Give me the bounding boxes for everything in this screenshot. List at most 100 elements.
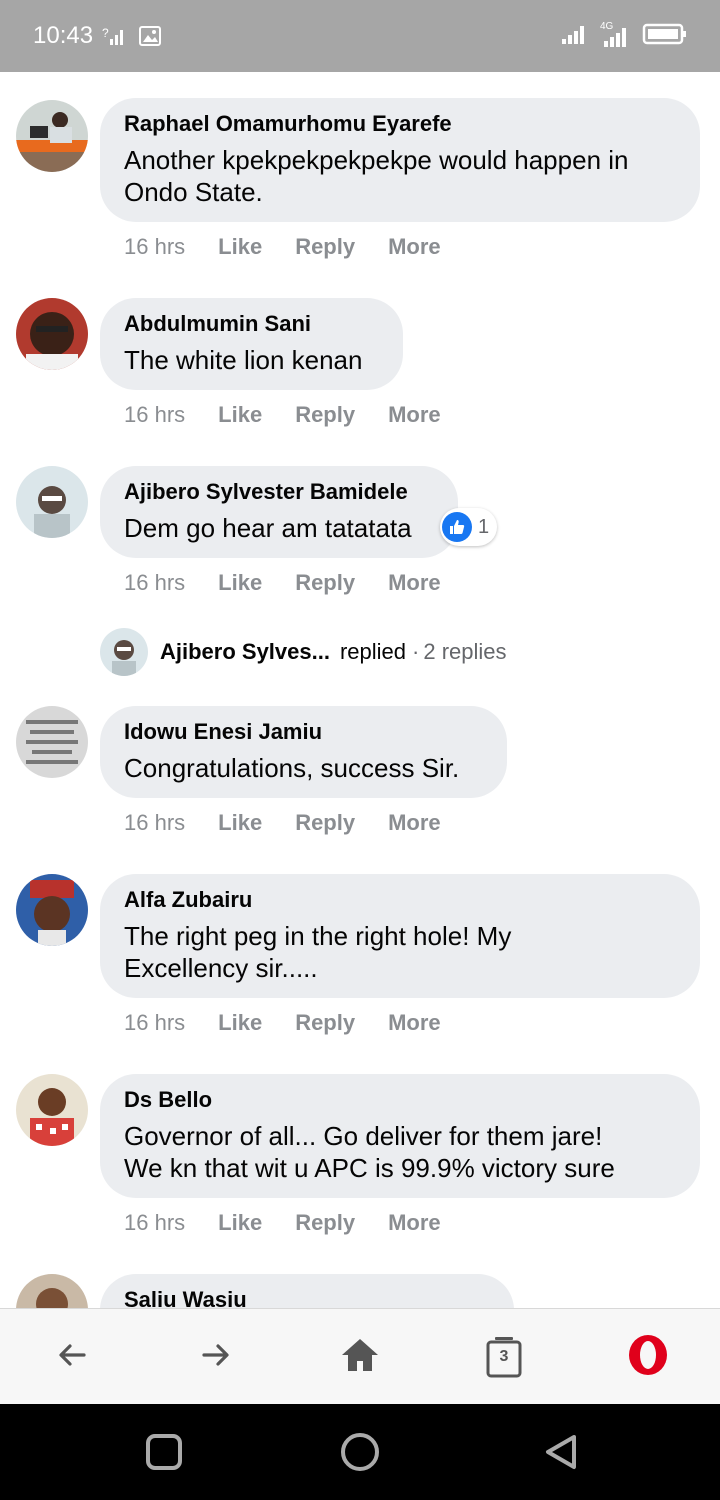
comment-text: Another kpekpekpekpekpe would happen in … — [124, 144, 676, 208]
comment-author[interactable]: Abdulmumin Sani — [124, 310, 379, 338]
comment-line: The white lion kenan — [124, 345, 363, 375]
comment-author[interactable]: Saliu Wasiu — [124, 1286, 490, 1308]
avatar[interactable] — [16, 874, 88, 946]
comment-bubble[interactable]: Ds Bello Governor of all... Go deliver f… — [100, 1074, 700, 1198]
comment-author[interactable]: Idowu Enesi Jamiu — [124, 718, 483, 746]
back-triangle-icon — [542, 1432, 582, 1477]
more-button[interactable]: More — [388, 234, 441, 260]
recents-button[interactable] — [142, 1432, 186, 1476]
browser-toolbar: 3 — [0, 1308, 720, 1404]
comment-actions: 16 hrs Like Reply More — [124, 810, 441, 836]
comment-actions: 16 hrs Like Reply More — [124, 234, 441, 260]
comment-bubble[interactable]: Raphael Omamurhomu Eyarefe Another kpekp… — [100, 98, 700, 222]
comment-time[interactable]: 16 hrs — [124, 810, 185, 836]
comment-line: We kn that wit u APC is 99.9% victory su… — [124, 1153, 615, 1183]
more-button[interactable]: More — [388, 1210, 441, 1236]
comment-actions: 16 hrs Like Reply More — [124, 570, 441, 596]
clock: 10:43 — [33, 22, 94, 49]
tabs-icon: 3 — [485, 1336, 523, 1378]
comment-bubble[interactable]: Idowu Enesi Jamiu Congratulations, succe… — [100, 706, 507, 798]
reply-button[interactable]: Reply — [295, 1010, 355, 1036]
comment-time[interactable]: 16 hrs — [124, 234, 185, 260]
more-button[interactable]: More — [388, 1010, 441, 1036]
reply-button[interactable]: Reply — [295, 234, 355, 260]
like-button[interactable]: Like — [218, 1010, 262, 1036]
comment-time[interactable]: 16 hrs — [124, 1010, 185, 1036]
avatar — [100, 628, 148, 676]
thumbs-up-icon — [442, 512, 472, 542]
like-button[interactable]: Like — [218, 1210, 262, 1236]
like-button[interactable]: Like — [218, 234, 262, 260]
more-button[interactable]: More — [388, 402, 441, 428]
tabs-count: 3 — [499, 1348, 509, 1365]
home-circle-icon — [339, 1431, 381, 1478]
more-button[interactable]: More — [388, 570, 441, 596]
forward-icon — [198, 1337, 234, 1378]
reply-button[interactable]: Reply — [295, 810, 355, 836]
avatar[interactable] — [16, 706, 88, 778]
avatar[interactable] — [16, 100, 88, 172]
avatar[interactable] — [16, 298, 88, 370]
network-4g-icon: 4G — [600, 21, 630, 49]
system-nav-bar — [0, 1404, 720, 1500]
image-icon — [138, 24, 162, 53]
like-button[interactable]: Like — [218, 402, 262, 428]
comments-feed[interactable]: Raphael Omamurhomu Eyarefe Another kpekp… — [0, 72, 720, 1308]
reaction-badge[interactable]: 1 — [440, 508, 498, 546]
home-icon — [340, 1335, 380, 1380]
comment-bubble[interactable]: Ajibero Sylvester Bamidele Dem go hear a… — [100, 466, 458, 558]
comment-line: Ondo State. — [124, 177, 263, 207]
reply-button[interactable]: Reply — [295, 402, 355, 428]
reply-action: replied — [339, 639, 407, 664]
back-system-button[interactable] — [540, 1432, 584, 1476]
like-button[interactable]: Like — [218, 810, 262, 836]
comment-line: The right peg in the right hole! My — [124, 921, 512, 951]
reply-count: 2 replies — [423, 639, 507, 664]
comment-time[interactable]: 16 hrs — [124, 1210, 185, 1236]
comment-author[interactable]: Ds Bello — [124, 1086, 676, 1114]
recents-icon — [144, 1432, 184, 1477]
status-right-icons: 4G — [562, 21, 688, 51]
comment-actions: 16 hrs Like Reply More — [124, 1010, 441, 1036]
comment-line: Dem go hear am tatatata — [124, 513, 412, 543]
opera-menu-button[interactable] — [624, 1333, 672, 1381]
comment-time[interactable]: 16 hrs — [124, 402, 185, 428]
comment-actions: 16 hrs Like Reply More — [124, 1210, 441, 1236]
comment-line: Excellency sir..... — [124, 953, 318, 983]
avatar[interactable] — [16, 466, 88, 538]
status-bar: 10:43 ? 4G — [0, 0, 720, 72]
reaction-count: 1 — [478, 515, 490, 538]
avatar[interactable] — [16, 1274, 88, 1308]
svg-text:?: ? — [102, 26, 109, 40]
comment-bubble[interactable]: Saliu Wasiu — [100, 1274, 514, 1308]
view-replies-link[interactable]: Ajibero Sylves... replied · 2 replies — [100, 628, 507, 676]
opera-logo-icon — [626, 1333, 670, 1382]
reply-separator: · — [412, 639, 420, 664]
home-system-button[interactable] — [338, 1432, 382, 1476]
reply-button[interactable]: Reply — [295, 1210, 355, 1236]
home-button[interactable] — [336, 1333, 384, 1381]
comment-time[interactable]: 16 hrs — [124, 570, 185, 596]
signal-icon — [562, 23, 588, 50]
tabs-button[interactable]: 3 — [480, 1333, 528, 1381]
comment-line: Governor of all... Go deliver for them j… — [124, 1121, 603, 1151]
back-icon — [54, 1337, 90, 1378]
reply-author: Ajibero Sylves... — [160, 639, 330, 664]
comment-bubble[interactable]: Abdulmumin Sani The white lion kenan — [100, 298, 403, 390]
forward-button[interactable] — [192, 1333, 240, 1381]
avatar[interactable] — [16, 1074, 88, 1146]
battery-icon — [642, 22, 688, 51]
reply-button[interactable]: Reply — [295, 570, 355, 596]
signal-question-icon: ? — [102, 25, 126, 52]
comment-text: Dem go hear am tatatata — [124, 512, 434, 544]
comment-author[interactable]: Ajibero Sylvester Bamidele — [124, 478, 434, 506]
comment-text: Governor of all... Go deliver for them j… — [124, 1120, 676, 1184]
comment-text: The right peg in the right hole! My Exce… — [124, 920, 676, 984]
comment-line: Congratulations, success Sir. — [124, 753, 460, 783]
more-button[interactable]: More — [388, 810, 441, 836]
comment-bubble[interactable]: Alfa Zubairu The right peg in the right … — [100, 874, 700, 998]
comment-author[interactable]: Raphael Omamurhomu Eyarefe — [124, 110, 676, 138]
comment-author[interactable]: Alfa Zubairu — [124, 886, 676, 914]
back-button[interactable] — [48, 1333, 96, 1381]
like-button[interactable]: Like — [218, 570, 262, 596]
